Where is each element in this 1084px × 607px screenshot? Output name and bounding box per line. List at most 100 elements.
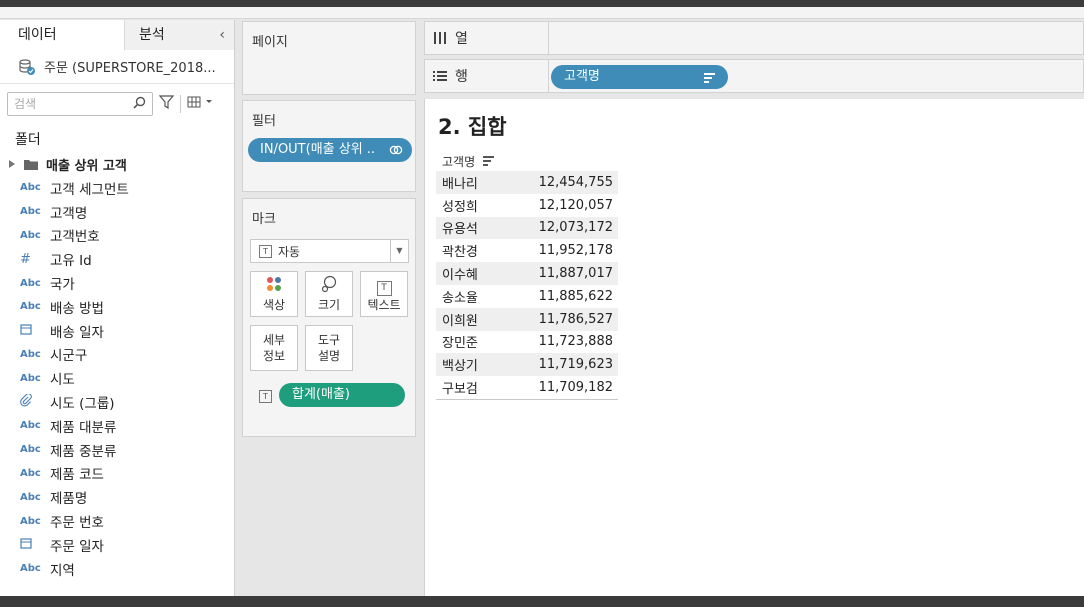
view-options-icon[interactable] bbox=[187, 96, 213, 112]
field-item[interactable]: Abc 주문 번호 bbox=[0, 509, 234, 533]
folder-icon bbox=[24, 159, 38, 170]
filter-pill-inout[interactable]: IN/OUT(매출 상위 .. bbox=[248, 138, 412, 162]
rows-shelf[interactable]: 행 고객명 bbox=[424, 59, 1084, 93]
table-row[interactable]: 배나리 12,454,755 bbox=[436, 171, 618, 194]
field-item[interactable]: Abc 시도 bbox=[0, 366, 234, 390]
table-row[interactable]: 이수혜 11,887,017 bbox=[436, 262, 618, 285]
sales-value-cell: 11,719,623 bbox=[538, 357, 613, 373]
field-item[interactable]: Abc 시군구 bbox=[0, 343, 234, 367]
search-input[interactable] bbox=[14, 97, 124, 111]
field-item[interactable]: Abc 배송 방법 bbox=[0, 295, 234, 319]
tab-data[interactable]: 데이터 bbox=[0, 20, 125, 50]
sort-icon[interactable] bbox=[483, 156, 495, 166]
field-item[interactable]: 시도 (그룹) bbox=[0, 390, 234, 414]
sales-value-cell: 11,887,017 bbox=[538, 266, 613, 282]
customer-name-cell: 이수혜 bbox=[442, 268, 478, 284]
table-row[interactable]: 백상기 11,719,623 bbox=[436, 353, 618, 377]
rows-icon bbox=[433, 71, 447, 81]
customer-name-cell: 송소율 bbox=[442, 290, 478, 306]
field-item[interactable]: Abc 제품 코드 bbox=[0, 462, 234, 486]
table-row[interactable]: 이희원 11,786,527 bbox=[436, 307, 618, 331]
crosstab: 고객명 배나리 12,454,755 성정희 12,120,057 유용석 12,073,… bbox=[436, 151, 618, 400]
field-item[interactable]: Abc 제품 대분류 bbox=[0, 414, 234, 438]
customer-name-cell: 곽찬경 bbox=[442, 245, 478, 261]
field-item[interactable]: 배송 일자 bbox=[0, 319, 234, 343]
field-name: 지역 bbox=[50, 562, 75, 579]
set-link-icon bbox=[389, 145, 403, 155]
folders-heading: 폴더 bbox=[15, 132, 41, 148]
field-item[interactable]: Abc 고객 세그먼트 bbox=[0, 176, 234, 200]
field-item[interactable]: Abc 고객명 bbox=[0, 200, 234, 224]
detail-button[interactable]: 세부 정보 bbox=[250, 325, 298, 371]
field-item[interactable]: Abc 국가 bbox=[0, 271, 234, 295]
sales-value-cell: 11,885,622 bbox=[538, 288, 613, 304]
field-item[interactable]: 주문 일자 bbox=[0, 533, 234, 557]
customer-name-cell: 성정희 bbox=[442, 199, 478, 215]
worksheet-title: 2. 집합 bbox=[438, 115, 507, 139]
field-name: 고객번호 bbox=[50, 229, 100, 246]
customer-name-pill[interactable]: 고객명 bbox=[551, 65, 728, 89]
sales-value-cell: 11,709,182 bbox=[538, 380, 613, 396]
field-name: 시도 (그룹) bbox=[50, 396, 115, 413]
column-header-label: 고객명 bbox=[442, 154, 476, 169]
string-type-icon: Abc bbox=[20, 348, 41, 360]
size-button[interactable]: 크기 bbox=[305, 271, 353, 317]
folder-name: 매출 상위 고객 bbox=[46, 158, 127, 174]
table-row[interactable]: 곽찬경 11,952,178 bbox=[436, 239, 618, 262]
column-header[interactable]: 고객명 bbox=[436, 151, 618, 171]
table-row[interactable]: 장민준 11,723,888 bbox=[436, 331, 618, 354]
filters-card-title: 필터 bbox=[252, 114, 276, 129]
collapse-pane-icon[interactable]: ‹ bbox=[219, 20, 225, 50]
expand-arrow-icon[interactable] bbox=[8, 159, 16, 169]
field-name: 시도 bbox=[50, 372, 75, 389]
database-icon bbox=[18, 58, 36, 76]
filter-icon[interactable] bbox=[158, 95, 175, 113]
text-button[interactable]: T 텍스트 bbox=[360, 271, 408, 317]
field-name: 제품 중분류 bbox=[50, 443, 117, 460]
field-item[interactable]: # 고유 Id bbox=[0, 247, 234, 271]
search-icon[interactable] bbox=[133, 96, 146, 113]
string-type-icon: Abc bbox=[20, 372, 41, 384]
size-icon bbox=[306, 275, 352, 297]
columns-icon bbox=[434, 32, 446, 44]
customer-name-cell: 배나리 bbox=[442, 176, 478, 192]
sum-sales-pill[interactable]: 합계(매출) bbox=[279, 383, 405, 407]
marks-card-title: 마크 bbox=[252, 212, 276, 227]
field-item[interactable]: Abc 지역 bbox=[0, 557, 234, 581]
string-type-icon: Abc bbox=[20, 563, 41, 575]
marks-card: 마크 T 자동 ▼ 색상 크기 T 텍스트 세부 정보 도구 설명 T 합계(매… bbox=[242, 198, 416, 437]
field-item[interactable]: Abc 제품명 bbox=[0, 485, 234, 509]
search-box[interactable] bbox=[7, 92, 153, 116]
rows-label: 행 bbox=[455, 69, 468, 85]
tooltip-button[interactable]: 도구 설명 bbox=[305, 325, 353, 371]
window-bottom-bar bbox=[0, 596, 1084, 607]
toolbar-divider bbox=[180, 95, 181, 113]
table-row[interactable]: 성정희 12,120,057 bbox=[436, 194, 618, 217]
calendar-icon bbox=[20, 537, 50, 552]
folder-top-customers[interactable]: 매출 상위 고객 bbox=[0, 152, 234, 176]
field-name: 고객 세그먼트 bbox=[50, 181, 129, 198]
data-pane: 데이터 분석 ‹ 주문 (SUPERSTORE_2018... 검색 폴더 매출… bbox=[0, 20, 235, 596]
table-row[interactable]: 구보검 11,709,182 bbox=[436, 376, 618, 399]
calendar-icon bbox=[20, 323, 50, 338]
field-item[interactable]: Abc 고객번호 bbox=[0, 224, 234, 248]
customer-name-cell: 유용석 bbox=[442, 222, 478, 238]
text-icon: T bbox=[361, 275, 407, 297]
color-button[interactable]: 색상 bbox=[250, 271, 298, 317]
columns-shelf[interactable]: 열 bbox=[424, 21, 1084, 55]
mark-type-select[interactable]: T 자동 ▼ bbox=[250, 239, 409, 263]
table-row[interactable]: 유용석 12,073,172 bbox=[436, 216, 618, 240]
field-list: Abc 고객 세그먼트 Abc 고객명 Abc 고객번호 # 고유 Id Abc 국가 Abc 배송 … bbox=[0, 176, 234, 581]
worksheet-view: 2. 집합 고객명 배나리 12,454,755 성정희 12,120,057 유용석 1… bbox=[424, 99, 1084, 596]
sales-value-cell: 11,723,888 bbox=[538, 334, 613, 350]
text-mark-icon: T bbox=[259, 244, 272, 258]
table-row[interactable]: 송소율 11,885,622 bbox=[436, 285, 618, 308]
field-name: 고유 Id bbox=[50, 253, 92, 270]
toolbar-strip bbox=[0, 7, 1084, 19]
chevron-down-icon[interactable]: ▼ bbox=[390, 240, 408, 262]
filters-card[interactable]: 필터 IN/OUT(매출 상위 .. bbox=[242, 100, 416, 192]
pages-card[interactable]: 페이지 bbox=[242, 21, 416, 95]
data-source[interactable]: 주문 (SUPERSTORE_2018... bbox=[0, 50, 234, 84]
field-item[interactable]: Abc 제품 중분류 bbox=[0, 438, 234, 462]
customer-name-cell: 구보검 bbox=[442, 382, 478, 398]
